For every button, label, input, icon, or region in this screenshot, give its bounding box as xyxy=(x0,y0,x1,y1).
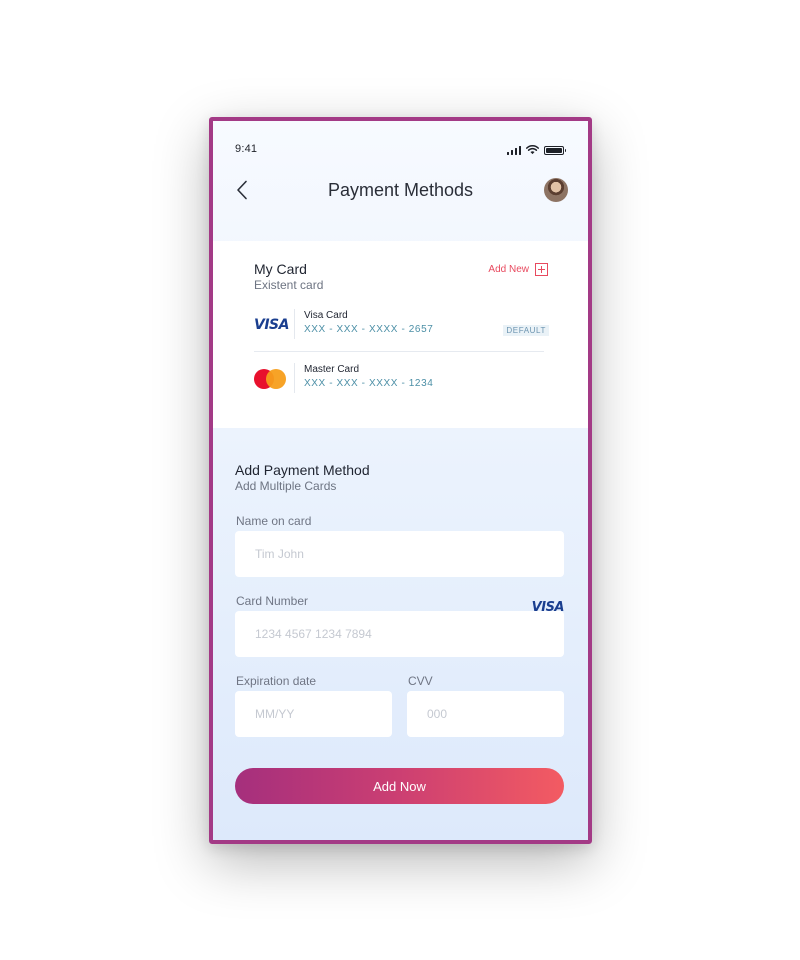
add-new-button[interactable]: Add New xyxy=(488,263,548,276)
default-badge: DEFAULT xyxy=(503,325,549,336)
cvv-label: CVV xyxy=(408,674,433,688)
card-divider xyxy=(294,309,295,339)
add-now-button[interactable]: Add Now xyxy=(235,768,564,804)
status-icons xyxy=(506,145,566,155)
visa-logo-text: VISA xyxy=(254,317,289,333)
cvv-input[interactable] xyxy=(407,691,564,737)
my-card-subtitle: Existent card xyxy=(254,278,324,292)
expiration-date-label: Expiration date xyxy=(236,674,317,688)
avatar[interactable] xyxy=(544,178,568,202)
status-bar: 9:41 xyxy=(213,121,588,161)
card-divider xyxy=(294,363,295,393)
card-number: XXX - XXX - XXXX - 1234 xyxy=(304,378,434,389)
card-name: Visa Card xyxy=(304,310,348,321)
status-time: 9:41 xyxy=(235,143,258,155)
add-payment-title: Add Payment Method xyxy=(235,462,370,478)
saved-card-mastercard[interactable]: Master Card XXX - XXX - XXXX - 1234 xyxy=(254,361,546,405)
plus-icon xyxy=(535,263,548,276)
my-card-title: My Card xyxy=(254,261,307,277)
expiration-date-input[interactable] xyxy=(235,691,392,737)
wifi-icon xyxy=(526,145,539,155)
add-payment-subtitle: Add Multiple Cards xyxy=(235,479,337,493)
mastercard-logo-icon xyxy=(254,367,292,391)
add-new-label: Add New xyxy=(488,264,529,275)
saved-card-visa[interactable]: VISA Visa Card XXX - XXX - XXXX - 2657 D… xyxy=(254,307,549,351)
my-card-section: My Card Existent card Add New VISA Visa … xyxy=(213,241,588,428)
row-divider xyxy=(254,351,544,352)
card-number-label: Card Number xyxy=(236,594,309,608)
name-on-card-label: Name on card xyxy=(236,514,312,528)
header: Payment Methods xyxy=(213,169,588,211)
battery-icon xyxy=(544,145,566,155)
name-on-card-input[interactable] xyxy=(235,531,564,577)
visa-logo-icon: VISA xyxy=(254,313,292,337)
card-name: Master Card xyxy=(304,364,360,375)
page-title: Payment Methods xyxy=(327,180,474,200)
card-number: XXX - XXX - XXXX - 2657 xyxy=(304,324,434,335)
phone-frame: 9:41 Payment Methods My Card Existent ca… xyxy=(209,117,592,844)
card-number-input[interactable] xyxy=(235,611,564,657)
signal-icon xyxy=(506,145,521,155)
